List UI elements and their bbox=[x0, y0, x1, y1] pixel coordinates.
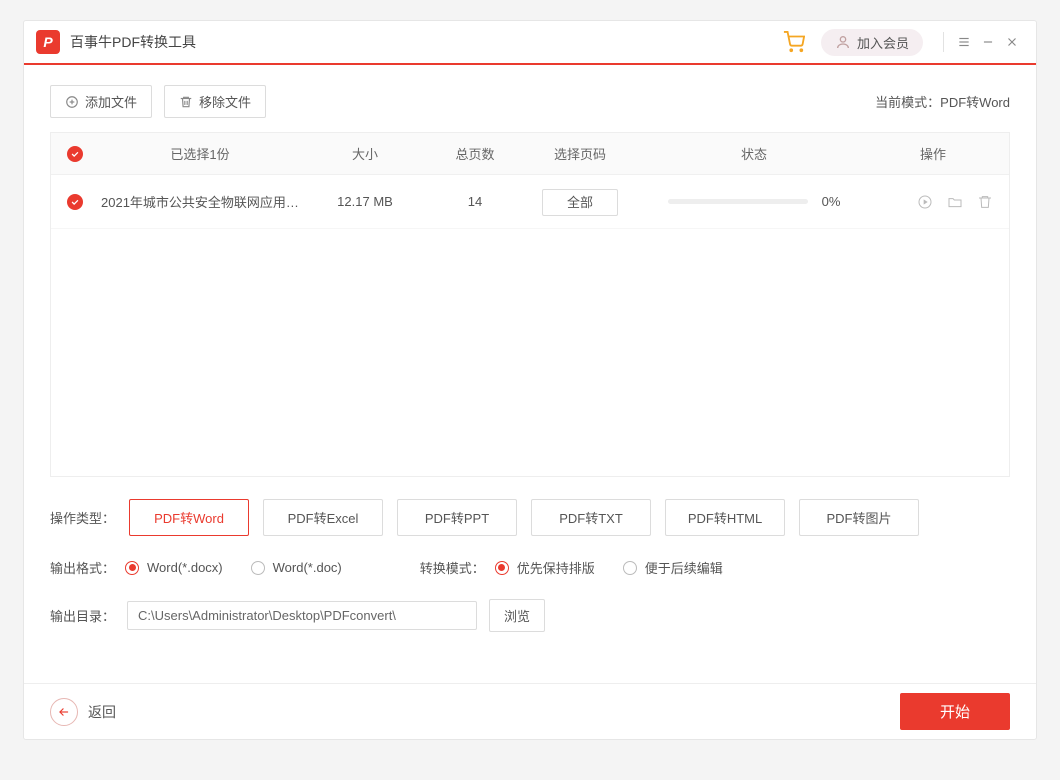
select-all-checkbox[interactable] bbox=[67, 146, 83, 162]
radio-icon bbox=[251, 561, 265, 575]
app-title: 百事牛PDF转换工具 bbox=[70, 32, 196, 52]
mode-prefix: 当前模式： bbox=[875, 95, 940, 110]
row-pages: 14 bbox=[425, 194, 525, 209]
close-button[interactable] bbox=[1000, 30, 1024, 54]
th-selected: 已选择1份 bbox=[95, 144, 305, 163]
th-size: 大小 bbox=[305, 144, 425, 163]
th-pages: 总页数 bbox=[425, 144, 525, 163]
cart-icon[interactable] bbox=[783, 31, 805, 53]
plus-circle-icon bbox=[65, 95, 79, 109]
type-pdf-to-excel[interactable]: PDF转Excel bbox=[263, 499, 383, 536]
browse-label: 浏览 bbox=[504, 606, 530, 625]
radio-icon bbox=[495, 561, 509, 575]
radio-icon bbox=[125, 561, 139, 575]
th-ops: 操作 bbox=[873, 144, 993, 163]
radio-docx[interactable]: Word(*.docx) bbox=[125, 560, 223, 575]
vip-label: 加入会员 bbox=[857, 33, 909, 52]
top-action-row: 添加文件 移除文件 当前模式：PDF转Word bbox=[24, 65, 1036, 132]
conv-mode-label: 转换模式： bbox=[420, 558, 485, 577]
th-status: 状态 bbox=[635, 144, 873, 163]
remove-file-label: 移除文件 bbox=[199, 92, 251, 111]
footer: 返回 开始 bbox=[24, 683, 1036, 739]
back-button[interactable]: 返回 bbox=[50, 698, 116, 726]
th-range: 选择页码 bbox=[525, 144, 635, 163]
format-mode-row: 输出格式： Word(*.docx) Word(*.doc) 转换模式： 优先保… bbox=[24, 536, 1036, 577]
out-dir-label: 输出目录： bbox=[50, 606, 115, 625]
progress-bar bbox=[668, 199, 808, 204]
row-progress: 0% bbox=[635, 194, 873, 209]
browse-button[interactable]: 浏览 bbox=[489, 599, 545, 632]
operation-type-row: 操作类型： PDF转Word PDF转Excel PDF转PPT PDF转TXT… bbox=[24, 477, 1036, 536]
add-file-button[interactable]: 添加文件 bbox=[50, 85, 152, 118]
minimize-button[interactable] bbox=[976, 30, 1000, 54]
table-row: 2021年城市公共安全物联网应用示... 12.17 MB 14 全部 0% bbox=[51, 175, 1009, 229]
remove-file-button[interactable]: 移除文件 bbox=[164, 85, 266, 118]
app-logo: P bbox=[36, 30, 60, 54]
out-format-label: 输出格式： bbox=[50, 558, 115, 577]
app-window: P 百事牛PDF转换工具 加入会员 添加文件 移除文件 当前模式：PDF转Wor… bbox=[23, 20, 1037, 740]
progress-percent: 0% bbox=[822, 194, 841, 209]
radio-keep-layout[interactable]: 优先保持排版 bbox=[495, 558, 595, 577]
trash-icon bbox=[179, 95, 193, 109]
start-button[interactable]: 开始 bbox=[900, 693, 1010, 730]
row-size: 12.17 MB bbox=[305, 194, 425, 209]
play-icon[interactable] bbox=[917, 194, 933, 210]
user-icon bbox=[835, 34, 851, 50]
radio-easy-edit-label: 便于后续编辑 bbox=[645, 558, 723, 577]
table-header: 已选择1份 大小 总页数 选择页码 状态 操作 bbox=[51, 133, 1009, 175]
type-pdf-to-html[interactable]: PDF转HTML bbox=[665, 499, 785, 536]
logo-letter: P bbox=[43, 34, 52, 50]
title-bar: P 百事牛PDF转换工具 加入会员 bbox=[24, 21, 1036, 65]
add-file-label: 添加文件 bbox=[85, 92, 137, 111]
type-pdf-to-word[interactable]: PDF转Word bbox=[129, 499, 249, 536]
type-pdf-to-txt[interactable]: PDF转TXT bbox=[531, 499, 651, 536]
arrow-left-icon bbox=[50, 698, 78, 726]
file-table: 已选择1份 大小 总页数 选择页码 状态 操作 2021年城市公共安全物联网应用… bbox=[50, 132, 1010, 477]
type-pdf-to-image[interactable]: PDF转图片 bbox=[799, 499, 919, 536]
radio-doc-label: Word(*.doc) bbox=[273, 560, 342, 575]
radio-doc[interactable]: Word(*.doc) bbox=[251, 560, 342, 575]
radio-easy-edit[interactable]: 便于后续编辑 bbox=[623, 558, 723, 577]
radio-icon bbox=[623, 561, 637, 575]
row-checkbox[interactable] bbox=[67, 194, 83, 210]
delete-row-icon[interactable] bbox=[977, 194, 993, 210]
back-label: 返回 bbox=[88, 702, 116, 722]
vip-button[interactable]: 加入会员 bbox=[821, 29, 923, 56]
radio-docx-label: Word(*.docx) bbox=[147, 560, 223, 575]
current-mode: 当前模式：PDF转Word bbox=[875, 92, 1010, 111]
mode-value: PDF转Word bbox=[940, 95, 1010, 110]
radio-keep-layout-label: 优先保持排版 bbox=[517, 558, 595, 577]
page-range-button[interactable]: 全部 bbox=[542, 189, 618, 216]
row-filename: 2021年城市公共安全物联网应用示... bbox=[95, 192, 305, 211]
menu-button[interactable] bbox=[952, 30, 976, 54]
type-pdf-to-ppt[interactable]: PDF转PPT bbox=[397, 499, 517, 536]
output-dir-row: 输出目录： 浏览 bbox=[24, 577, 1036, 632]
folder-icon[interactable] bbox=[947, 194, 963, 210]
output-dir-input[interactable] bbox=[127, 601, 477, 630]
op-type-label: 操作类型： bbox=[50, 508, 115, 527]
title-divider bbox=[943, 32, 944, 52]
